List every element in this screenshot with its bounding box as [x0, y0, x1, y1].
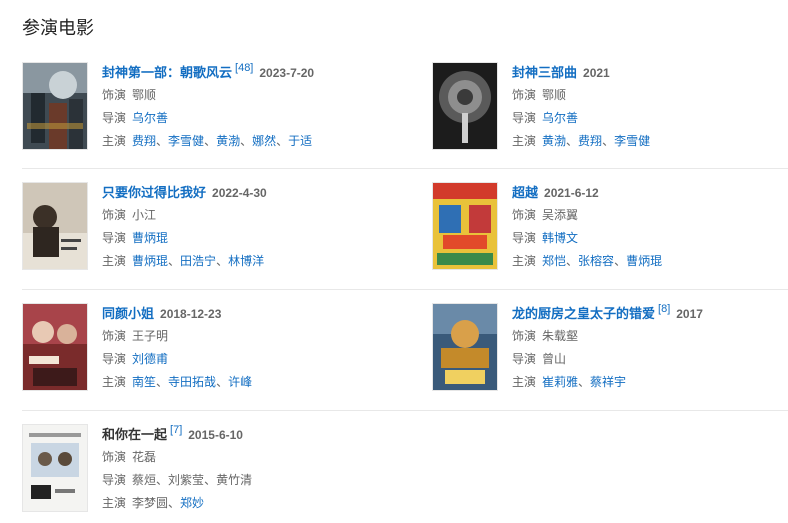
film-title-link[interactable]: 同颜小姐: [102, 306, 154, 321]
role-name: 花磊: [132, 450, 157, 464]
cast-link[interactable]: 费翔: [578, 134, 602, 148]
director-label: 导演: [102, 231, 127, 245]
cast-label: 主演: [512, 375, 537, 389]
director-label: 导演: [102, 111, 127, 125]
cast-link[interactable]: 于适: [288, 134, 312, 148]
film-poster[interactable]: [22, 182, 88, 270]
cast-link[interactable]: 张榕容: [578, 254, 614, 268]
role-label: 饰演: [512, 208, 537, 222]
reference-link[interactable]: [48]: [235, 62, 253, 74]
role-name: 王子明: [132, 329, 169, 343]
film-poster[interactable]: [22, 303, 88, 391]
film-card-0: 封神第一部：朝歌风云 [48] 2023-7-20 饰演 鄂顺 导演 乌尔善 主演 费翔、…: [22, 62, 382, 152]
director-label: 导演: [512, 231, 537, 245]
reference-link[interactable]: [8]: [658, 303, 670, 315]
cast-link[interactable]: 崔莉雅: [542, 375, 578, 389]
cast-link[interactable]: 南笙: [132, 375, 156, 389]
cast-link[interactable]: 田浩宁: [180, 254, 216, 268]
film-card-3: 超越 2021-6-12 饰演 吴添翼 导演 韩博文 主演 郑恺、张榕容、曹炳琨: [432, 182, 788, 272]
cast-label: 主演: [512, 134, 537, 148]
cast-link[interactable]: 黄渤: [542, 134, 566, 148]
cast-label: 主演: [102, 496, 127, 510]
row-divider: [22, 168, 788, 169]
cast-label: 主演: [102, 375, 127, 389]
film-title-link[interactable]: 和你在一起: [102, 427, 167, 442]
cast-name: 李梦圆: [132, 496, 169, 510]
film-title-link[interactable]: 龙的厨房之皇太子的错爱: [512, 306, 655, 321]
director-name: 蔡烜: [132, 473, 157, 487]
cast-link[interactable]: 娜然: [252, 134, 276, 148]
director-name: 刘紫莹: [168, 473, 205, 487]
director-link[interactable]: 韩博文: [542, 231, 578, 245]
role-name: 吴添翼: [542, 208, 579, 222]
film-card-5: 龙的厨房之皇太子的错爱 [8] 2017 饰演 朱载壑 导演 曾山 主演 崔莉雅、蔡祥宇: [432, 303, 788, 393]
film-poster[interactable]: [432, 62, 498, 150]
film-card-4: 同颜小姐 2018-12-23 饰演 王子明 导演 刘德甫 主演 南笙、寺田拓哉、许峰: [22, 303, 382, 393]
cast-link[interactable]: 郑恺: [542, 254, 566, 268]
cast-link[interactable]: 费翔: [132, 134, 156, 148]
release-date: 2015-6-10: [188, 428, 243, 442]
role-label: 饰演: [102, 88, 127, 102]
cast-link[interactable]: 蔡祥宇: [590, 375, 626, 389]
cast-link[interactable]: 寺田拓哉: [168, 375, 216, 389]
cast-label: 主演: [102, 254, 127, 268]
director-name: 黄竹清: [216, 473, 253, 487]
director-label: 导演: [102, 473, 127, 487]
director-label: 导演: [102, 352, 127, 366]
film-poster[interactable]: [432, 303, 498, 391]
role-name: 鄂顺: [542, 88, 567, 102]
release-date: 2021-6-12: [544, 186, 599, 200]
film-card-2: 只要你过得比我好 2022-4-30 饰演 小江 导演 曹炳琨 主演 曹炳琨、田浩宁、林…: [22, 182, 382, 272]
release-date: 2021: [583, 66, 610, 80]
cast-link[interactable]: 郑妙: [180, 496, 204, 510]
cast-link[interactable]: 李雪健: [168, 134, 204, 148]
film-poster[interactable]: [432, 182, 498, 270]
cast-link[interactable]: 许峰: [228, 375, 252, 389]
section-title: 参演电影: [22, 18, 94, 39]
cast-link[interactable]: 李雪健: [614, 134, 650, 148]
release-date: 2017: [676, 307, 703, 321]
film-card-6: 和你在一起 [7] 2015-6-10 饰演 花磊 导演 蔡烜、刘紫莹、黄竹清 主演 李梦…: [22, 424, 382, 514]
director-link[interactable]: 刘德甫: [132, 352, 168, 366]
film-card-1: 封神三部曲 2021 饰演 鄂顺 导演 乌尔善 主演 黄渤、费翔、李雪健: [432, 62, 788, 152]
role-label: 饰演: [102, 329, 127, 343]
release-date: 2023-7-20: [259, 66, 315, 80]
director-label: 导演: [512, 352, 537, 366]
row-divider: [22, 289, 788, 290]
reference-link[interactable]: [7]: [170, 424, 182, 436]
director-link[interactable]: 曹炳琨: [132, 231, 168, 245]
role-name: 鄂顺: [132, 88, 157, 102]
cast-link[interactable]: 林博洋: [228, 254, 264, 268]
release-date: 2022-4-30: [212, 186, 267, 200]
role-label: 饰演: [102, 450, 127, 464]
film-title-link[interactable]: 封神第一部：朝歌风云: [102, 65, 232, 80]
row-divider: [22, 410, 788, 411]
director-link[interactable]: 乌尔善: [132, 111, 168, 125]
release-date: 2018-12-23: [160, 307, 222, 321]
role-name: 小江: [132, 208, 157, 222]
cast-link[interactable]: 黄渤: [216, 134, 240, 148]
cast-link[interactable]: 曹炳琨: [132, 254, 168, 268]
role-label: 饰演: [102, 208, 127, 222]
role-label: 饰演: [512, 88, 537, 102]
film-poster[interactable]: [22, 62, 88, 150]
film-poster[interactable]: [22, 424, 88, 512]
role-name: 朱载壑: [542, 329, 579, 343]
cast-label: 主演: [512, 254, 537, 268]
film-title-link[interactable]: 只要你过得比我好: [102, 185, 206, 200]
film-title-link[interactable]: 封神三部曲: [512, 65, 577, 80]
director-name: 曾山: [542, 352, 567, 366]
film-title-link[interactable]: 超越: [512, 185, 538, 200]
cast-link[interactable]: 曹炳琨: [626, 254, 662, 268]
cast-label: 主演: [102, 134, 127, 148]
role-label: 饰演: [512, 329, 537, 343]
director-label: 导演: [512, 111, 537, 125]
director-link[interactable]: 乌尔善: [542, 111, 578, 125]
